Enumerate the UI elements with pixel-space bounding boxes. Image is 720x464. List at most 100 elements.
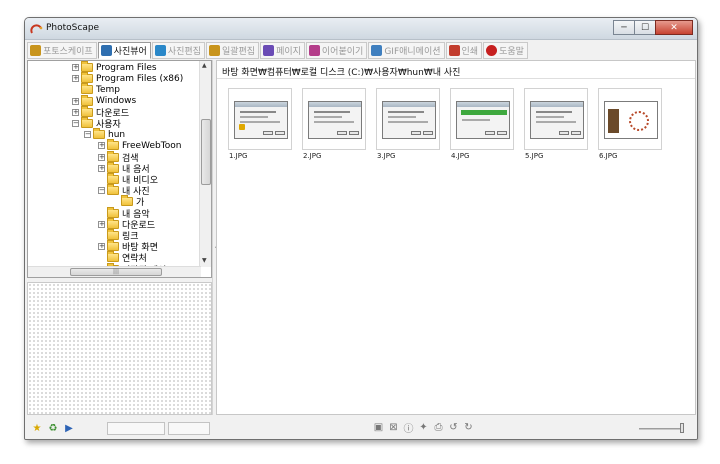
tab-print[interactable]: 인쇄 bbox=[445, 42, 483, 59]
scroll-up-arrow-icon[interactable]: ▲ bbox=[202, 62, 207, 69]
folder-icon bbox=[81, 94, 93, 106]
tree-node-label: hun bbox=[108, 129, 126, 140]
path-divider bbox=[217, 78, 695, 79]
photo-thumbnail[interactable]: 5.JPG bbox=[524, 88, 588, 165]
tree-horizontal-scrollbar[interactable]: ||| bbox=[28, 266, 201, 277]
tab-page[interactable]: 페이지 bbox=[260, 42, 305, 59]
expand-node-icon[interactable]: + bbox=[72, 108, 79, 116]
tree-vertical-scroll-thumb[interactable] bbox=[201, 119, 211, 185]
tab-label: 포토스케이프 bbox=[43, 47, 93, 57]
thumbnail-area: 바탕 화면₩컴퓨터₩로컬 디스크 (C:)₩사용자₩hun₩내 사진 1.JPG… bbox=[216, 60, 696, 415]
info-icon[interactable]: ⓘ bbox=[403, 422, 414, 435]
folder-icon bbox=[81, 83, 93, 95]
app-window: PhotoScape ─ ☐ ✕ 포토스케이프 사진뷰어 사진편집 일괄편집 페이지 이어… bbox=[24, 17, 698, 440]
delete-icon[interactable]: ✦ bbox=[418, 422, 429, 433]
folder-icon bbox=[107, 161, 119, 173]
photo-thumbnail[interactable]: 2.JPG bbox=[302, 88, 366, 165]
window-controls: ─ ☐ ✕ bbox=[613, 20, 693, 35]
folder-tree[interactable]: + Program Files + Program Files (x86) Temp + W… bbox=[27, 60, 212, 278]
folder-icon bbox=[107, 184, 119, 196]
photoscape-logo-icon bbox=[30, 24, 43, 34]
fit-icon[interactable]: ⊠ bbox=[388, 422, 399, 433]
expand-node-icon[interactable]: + bbox=[98, 220, 105, 228]
tree-vertical-scrollbar[interactable]: ▲ ▼ bbox=[199, 61, 211, 267]
folder-icon bbox=[107, 251, 119, 263]
tree-node[interactable]: − hun bbox=[84, 128, 126, 140]
tab-help[interactable]: 도움말 bbox=[483, 42, 528, 59]
expand-node-icon[interactable]: + bbox=[98, 153, 105, 161]
folder-icon bbox=[81, 72, 93, 84]
collapse-node-icon[interactable]: − bbox=[72, 120, 79, 127]
expand-node-icon[interactable]: + bbox=[72, 97, 79, 105]
thumbnail-image bbox=[308, 101, 362, 139]
tree-horizontal-scroll-thumb[interactable]: ||| bbox=[70, 268, 162, 276]
main-tabs: 포토스케이프 사진뷰어 사진편집 일괄편집 페이지 이어붙이기 GIF애니메이션 인쇄 도움말 bbox=[27, 42, 529, 59]
photo-thumbnail[interactable]: 1.JPG bbox=[228, 88, 292, 165]
tab-combine[interactable]: 이어붙이기 bbox=[305, 42, 368, 59]
collapse-node-icon[interactable]: − bbox=[84, 131, 91, 139]
expand-node-icon[interactable]: + bbox=[98, 142, 105, 150]
tab-gif-animation[interactable]: GIF애니메이션 bbox=[368, 42, 445, 59]
folder-icon bbox=[107, 229, 119, 240]
help-icon bbox=[486, 45, 498, 56]
scroll-down-arrow-icon[interactable]: ▼ bbox=[202, 257, 207, 264]
folder-icon bbox=[93, 128, 105, 140]
folder-icon bbox=[107, 139, 119, 151]
thumbnail-image bbox=[604, 101, 658, 139]
rotate-right-icon[interactable]: ↻ bbox=[463, 422, 474, 433]
tab-label: 도움말 bbox=[499, 47, 524, 57]
photo-thumbnail[interactable]: 4.JPG bbox=[450, 88, 514, 165]
folder-icon bbox=[107, 150, 119, 162]
tab-label: 사진뷰어 bbox=[113, 47, 147, 57]
tab-label: 페이지 bbox=[276, 47, 301, 57]
thumbnail-filename: 4.JPG bbox=[451, 152, 470, 160]
thumbnail-filename: 1.JPG bbox=[229, 152, 248, 160]
status-field-2 bbox=[168, 422, 210, 435]
rotate-left-icon[interactable]: ↺ bbox=[448, 422, 459, 433]
fullscreen-icon[interactable]: ▣ bbox=[373, 422, 384, 433]
close-button[interactable]: ✕ bbox=[655, 20, 693, 35]
combine-icon bbox=[308, 45, 320, 56]
expand-node-icon[interactable]: + bbox=[98, 164, 105, 172]
bottom-toolbar: ★ ♻ ▶ ▣ ⊠ ⓘ ✦ ⎙ ↺ ↻ bbox=[25, 417, 697, 439]
tree-node[interactable]: + Program Files (x86) bbox=[72, 72, 183, 84]
folder-icon bbox=[81, 105, 93, 117]
print-icon[interactable]: ⎙ bbox=[433, 422, 444, 433]
tab-label: 인쇄 bbox=[461, 47, 479, 57]
photo-thumbnail[interactable]: 3.JPG bbox=[376, 88, 440, 165]
thumbnail-image bbox=[456, 101, 510, 139]
zoom-slider-track[interactable] bbox=[639, 428, 681, 430]
folder-icon bbox=[107, 173, 119, 184]
page-icon bbox=[263, 45, 275, 56]
expand-node-icon[interactable]: + bbox=[72, 75, 79, 83]
zoom-slider-thumb[interactable] bbox=[680, 423, 684, 433]
minimize-button[interactable]: ─ bbox=[613, 20, 635, 35]
folder-icon bbox=[107, 217, 119, 229]
photo-thumbnail[interactable]: 6.JPG bbox=[598, 88, 662, 165]
current-folder-path: 바탕 화면₩컴퓨터₩로컬 디스크 (C:)₩사용자₩hun₩내 사진 bbox=[222, 68, 461, 78]
thumbnail-filename: 6.JPG bbox=[599, 152, 618, 160]
folder-icon bbox=[81, 117, 93, 128]
collapse-node-icon[interactable]: − bbox=[98, 187, 105, 195]
window-title: PhotoScape bbox=[46, 23, 100, 33]
tab-batch-editor[interactable]: 일괄편집 bbox=[205, 42, 260, 59]
tab-label: GIF애니메이션 bbox=[384, 47, 441, 57]
folder-icon bbox=[107, 240, 119, 252]
maximize-button[interactable]: ☐ bbox=[634, 20, 656, 35]
expand-node-icon[interactable]: + bbox=[98, 243, 105, 251]
expand-node-icon[interactable]: + bbox=[72, 64, 79, 71]
thumbnail-frame bbox=[302, 88, 366, 150]
star-icon[interactable]: ★ bbox=[31, 422, 43, 434]
slideshow-icon[interactable]: ▶ bbox=[63, 422, 75, 434]
thumbnail-filename: 2.JPG bbox=[303, 152, 322, 160]
tab-editor[interactable]: 사진편집 bbox=[151, 42, 205, 59]
tab-viewer[interactable]: 사진뷰어 bbox=[97, 42, 151, 59]
tab-label: 이어붙이기 bbox=[321, 47, 364, 57]
thumbnail-frame bbox=[376, 88, 440, 150]
tree-node[interactable]: Temp bbox=[72, 83, 120, 95]
thumbnail-frame bbox=[450, 88, 514, 150]
recycle-icon[interactable]: ♻ bbox=[47, 422, 59, 434]
tab-photoscape-home[interactable]: 포토스케이프 bbox=[27, 42, 97, 59]
thumbnail-frame bbox=[598, 88, 662, 150]
thumbnail-filename: 3.JPG bbox=[377, 152, 396, 160]
